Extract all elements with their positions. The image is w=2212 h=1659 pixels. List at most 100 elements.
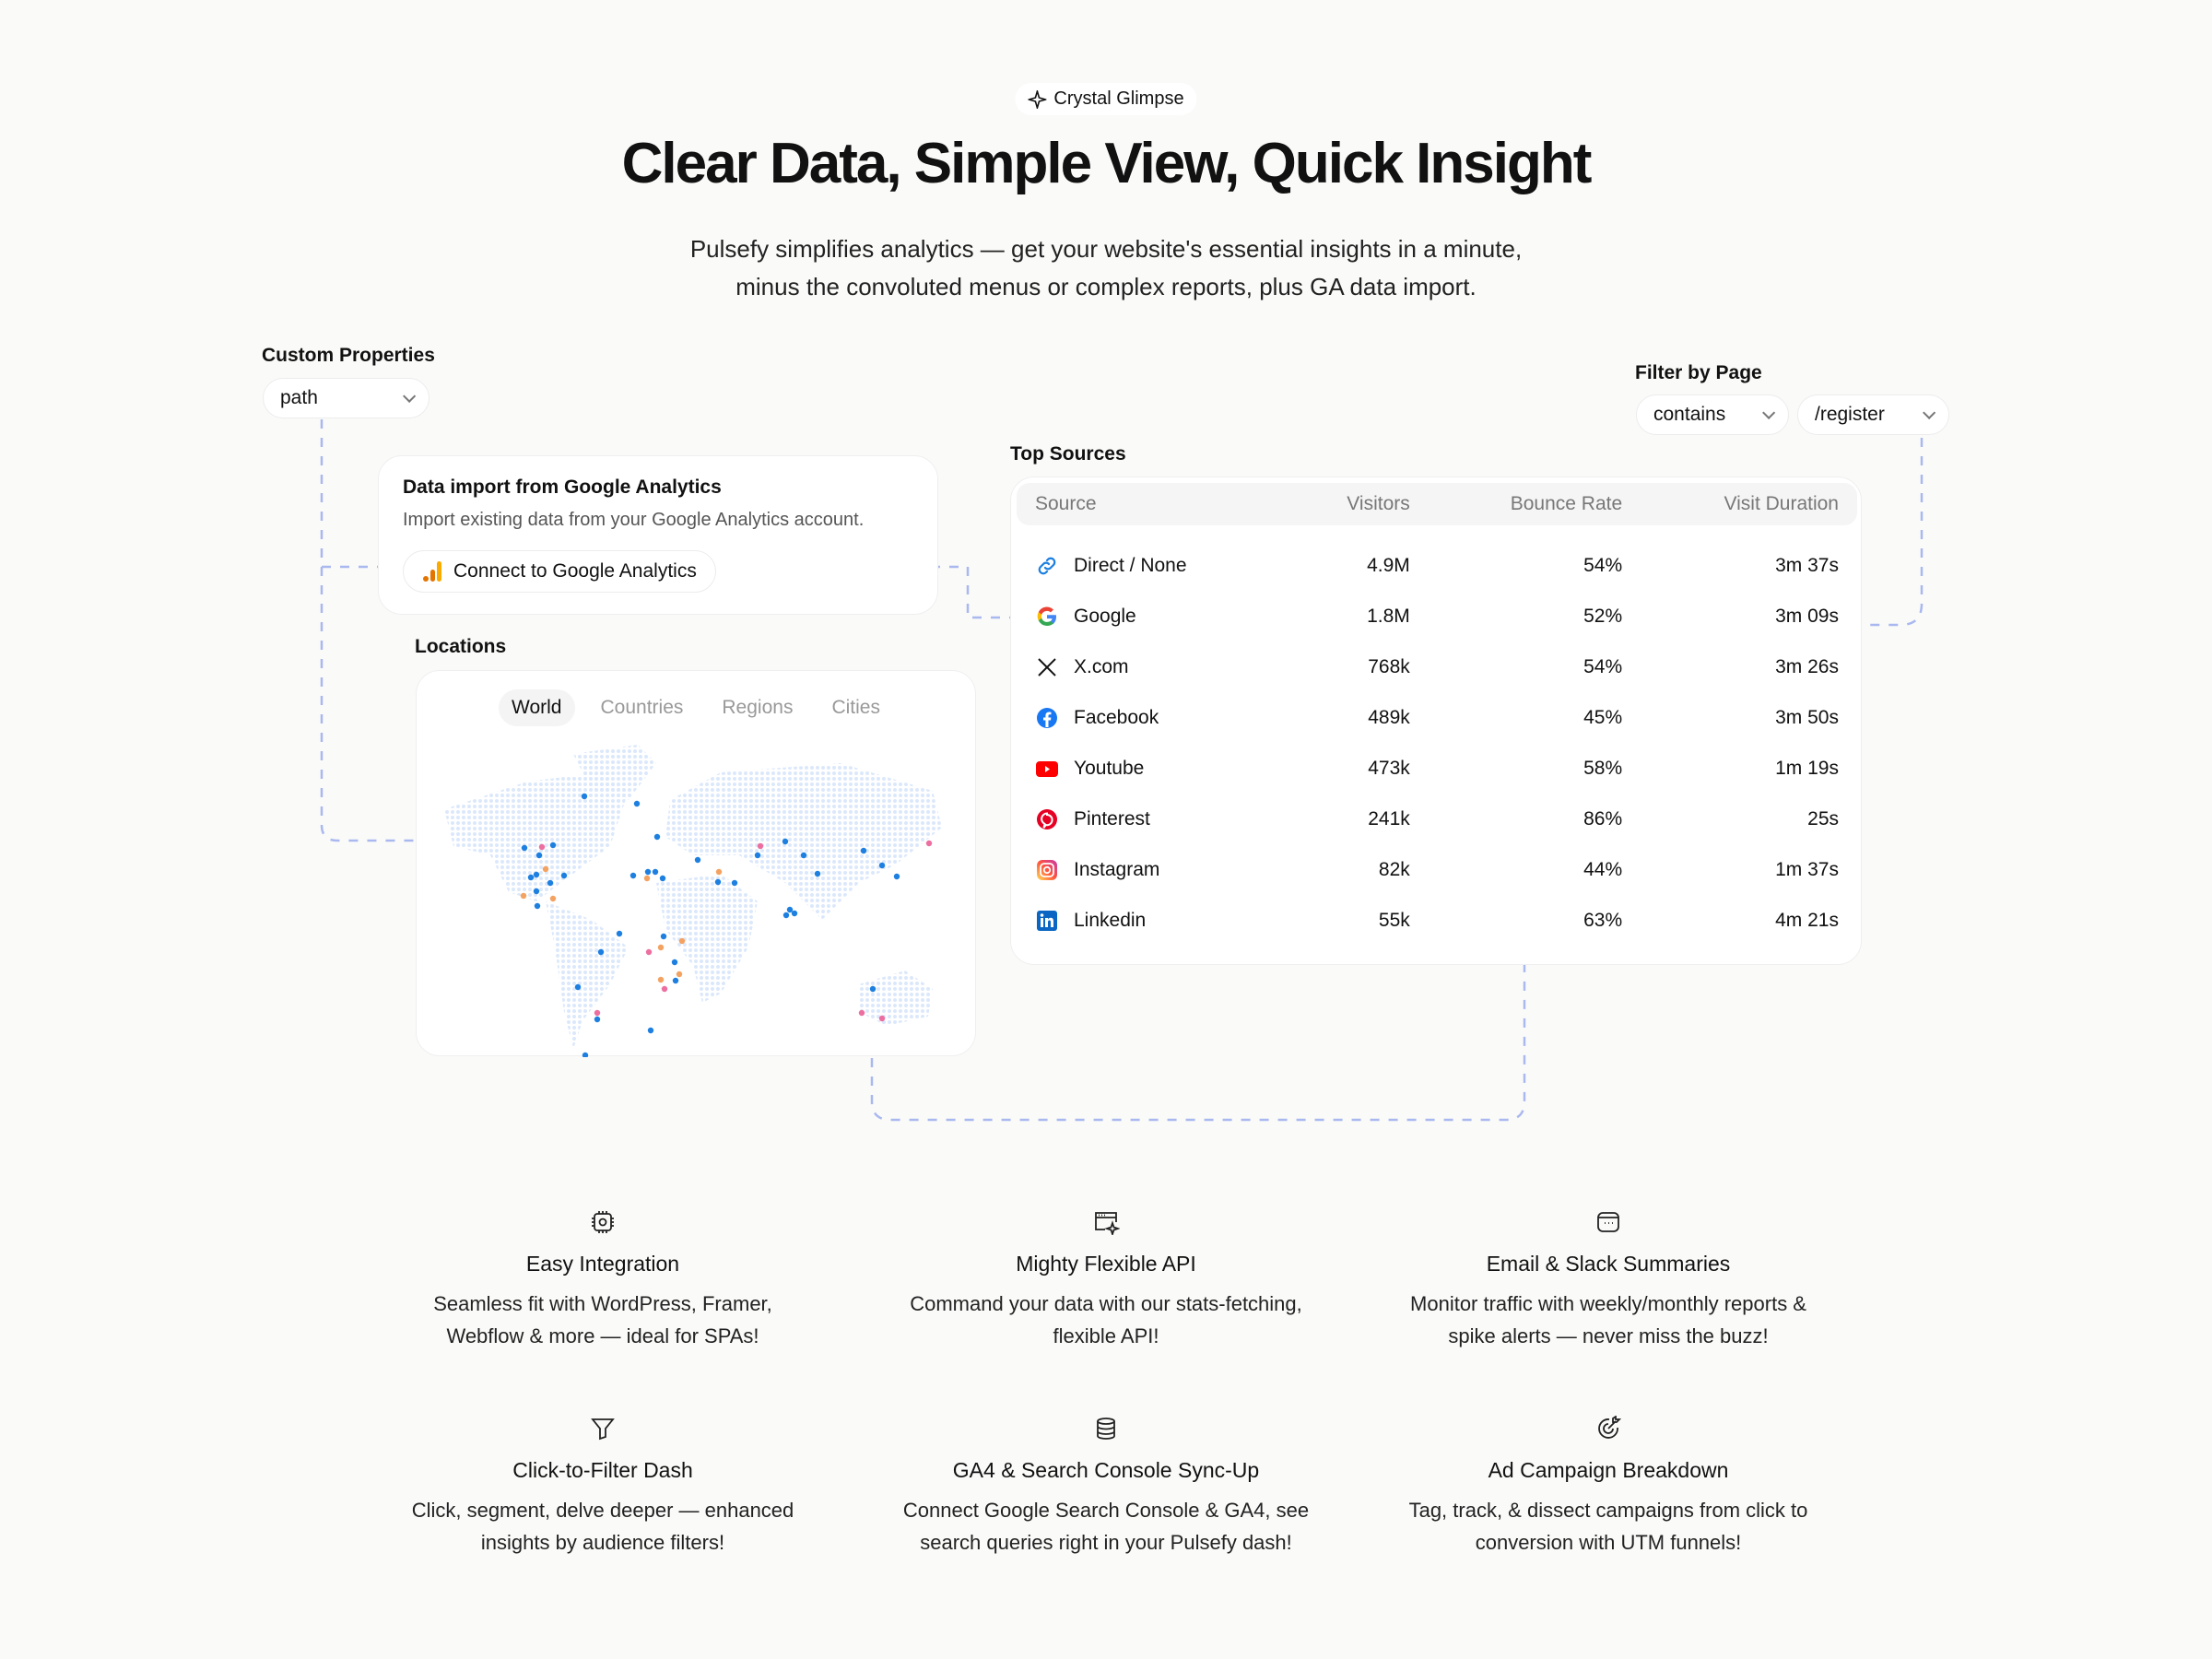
- button-label: Connect to Google Analytics: [453, 560, 697, 582]
- location-marker[interactable]: [520, 892, 527, 900]
- dropdown-value: contains: [1653, 404, 1726, 425]
- table-row[interactable]: Linkedin 55k 63% 4m 21s: [1017, 895, 1857, 946]
- feature-item: Email & Slack Summaries Monitor traffic w…: [1369, 1209, 1848, 1352]
- bounce-rate-cell: 58%: [1583, 757, 1623, 779]
- table-row[interactable]: Google 1.8M 52% 3m 09s: [1017, 591, 1857, 641]
- location-marker[interactable]: [538, 843, 546, 851]
- location-marker[interactable]: [786, 906, 794, 913]
- location-marker[interactable]: [574, 983, 582, 991]
- feature-description: Monitor traffic with weekly/monthly repo…: [1369, 1288, 1848, 1352]
- source-name: Linkedin: [1074, 909, 1147, 931]
- description-line: Command your data with our stats-fetchin…: [910, 1292, 1302, 1315]
- custom-properties-dropdown[interactable]: path: [263, 378, 429, 418]
- location-marker[interactable]: [659, 875, 666, 882]
- location-marker[interactable]: [694, 856, 701, 864]
- location-marker[interactable]: [858, 1009, 865, 1017]
- location-marker[interactable]: [672, 977, 679, 984]
- location-marker[interactable]: [869, 985, 877, 993]
- location-marker[interactable]: [534, 902, 541, 910]
- location-marker[interactable]: [594, 1016, 601, 1023]
- feature-title: Easy Integration: [525, 1252, 680, 1276]
- location-marker[interactable]: [533, 888, 540, 895]
- table-row[interactable]: Direct / None 4.9M 54% 3m 37s: [1017, 525, 1857, 591]
- column-visitors[interactable]: Visitors: [1285, 483, 1429, 525]
- chevron-down-icon: [1923, 406, 1936, 419]
- location-marker[interactable]: [676, 971, 683, 978]
- location-marker[interactable]: [653, 833, 661, 841]
- location-marker[interactable]: [645, 948, 653, 956]
- filter-operator-dropdown[interactable]: contains: [1636, 394, 1789, 435]
- location-marker[interactable]: [814, 870, 821, 877]
- connect-google-analytics-button[interactable]: Connect to Google Analytics: [403, 550, 716, 593]
- location-marker[interactable]: [757, 842, 764, 850]
- ga-import-title: Data import from Google Analytics: [403, 477, 722, 498]
- subtitle-line: Pulsefy simplifies analytics — get your …: [689, 235, 1523, 263]
- location-marker[interactable]: [549, 841, 557, 849]
- location-marker[interactable]: [594, 1009, 601, 1017]
- world-map[interactable]: [417, 671, 977, 1057]
- top-sources-table: Source Visitors Bounce Rate Visit Durati…: [1017, 483, 1857, 946]
- location-marker[interactable]: [629, 872, 637, 879]
- location-marker[interactable]: [782, 838, 789, 845]
- description-line: Monitor traffic with weekly/monthly repo…: [1410, 1292, 1806, 1315]
- location-marker[interactable]: [714, 878, 722, 886]
- link-icon: [1035, 554, 1059, 578]
- location-marker[interactable]: [925, 840, 933, 847]
- bounce-rate-cell: 52%: [1583, 605, 1623, 627]
- location-marker[interactable]: [893, 873, 900, 880]
- location-marker[interactable]: [731, 879, 738, 887]
- location-marker[interactable]: [678, 937, 686, 945]
- location-marker[interactable]: [657, 976, 665, 983]
- location-marker[interactable]: [616, 930, 623, 937]
- feature-item: GA4 & Search Console Sync-Up Connect Goog…: [866, 1416, 1346, 1559]
- column-bounce-rate[interactable]: Bounce Rate: [1428, 483, 1641, 525]
- location-marker[interactable]: [542, 865, 549, 873]
- location-marker[interactable]: [860, 847, 867, 854]
- location-marker[interactable]: [657, 944, 665, 951]
- location-marker[interactable]: [527, 874, 535, 881]
- feature-item: Mighty Flexible API Command your data wit…: [866, 1209, 1346, 1352]
- location-marker[interactable]: [791, 910, 798, 917]
- x-icon: [1035, 655, 1059, 679]
- feature-description: Command your data with our stats-fetchin…: [866, 1288, 1346, 1352]
- location-marker[interactable]: [878, 1015, 886, 1022]
- location-marker[interactable]: [549, 895, 557, 902]
- column-source[interactable]: Source: [1017, 483, 1286, 525]
- location-marker[interactable]: [671, 959, 678, 966]
- location-marker[interactable]: [800, 852, 807, 859]
- location-marker[interactable]: [643, 875, 651, 882]
- location-marker[interactable]: [660, 933, 667, 940]
- location-marker[interactable]: [782, 912, 790, 919]
- filter-value-dropdown[interactable]: /register: [1797, 394, 1949, 435]
- location-marker[interactable]: [633, 800, 641, 807]
- location-marker[interactable]: [652, 868, 659, 876]
- column-visit-duration[interactable]: Visit Duration: [1641, 483, 1857, 525]
- visit-duration-cell: 3m 26s: [1775, 655, 1839, 677]
- table-row[interactable]: Facebook 489k 45% 3m 50s: [1017, 692, 1857, 743]
- location-marker[interactable]: [878, 862, 886, 869]
- location-marker[interactable]: [661, 985, 668, 993]
- description-line: insights by audience filters!: [480, 1531, 725, 1554]
- table-row[interactable]: Youtube 473k 58% 1m 19s: [1017, 743, 1857, 794]
- table-row[interactable]: Pinterest 241k 86% 25s: [1017, 794, 1857, 844]
- location-marker[interactable]: [715, 868, 723, 876]
- location-marker[interactable]: [754, 852, 761, 859]
- location-marker[interactable]: [644, 868, 652, 876]
- location-marker[interactable]: [581, 793, 588, 800]
- location-marker[interactable]: [535, 852, 543, 859]
- location-marker[interactable]: [582, 1052, 589, 1057]
- location-marker[interactable]: [533, 871, 540, 878]
- location-marker[interactable]: [647, 1027, 654, 1034]
- table-row[interactable]: Instagram 82k 44% 1m 37s: [1017, 844, 1857, 895]
- table-row[interactable]: X.com 768k 54% 3m 26s: [1017, 641, 1857, 692]
- visitors-cell: 489k: [1368, 706, 1410, 728]
- location-marker[interactable]: [597, 948, 605, 956]
- page-title: Clear Data, Simple View, Quick Insight: [621, 132, 1593, 195]
- location-marker[interactable]: [521, 844, 528, 852]
- custom-properties-label: Custom Properties: [262, 345, 435, 366]
- location-marker[interactable]: [560, 872, 568, 879]
- source-name: Facebook: [1074, 706, 1159, 728]
- description-line: conversion with UTM funnels!: [1475, 1531, 1742, 1554]
- location-marker[interactable]: [547, 879, 554, 887]
- bounce-rate-cell: 86%: [1583, 807, 1623, 830]
